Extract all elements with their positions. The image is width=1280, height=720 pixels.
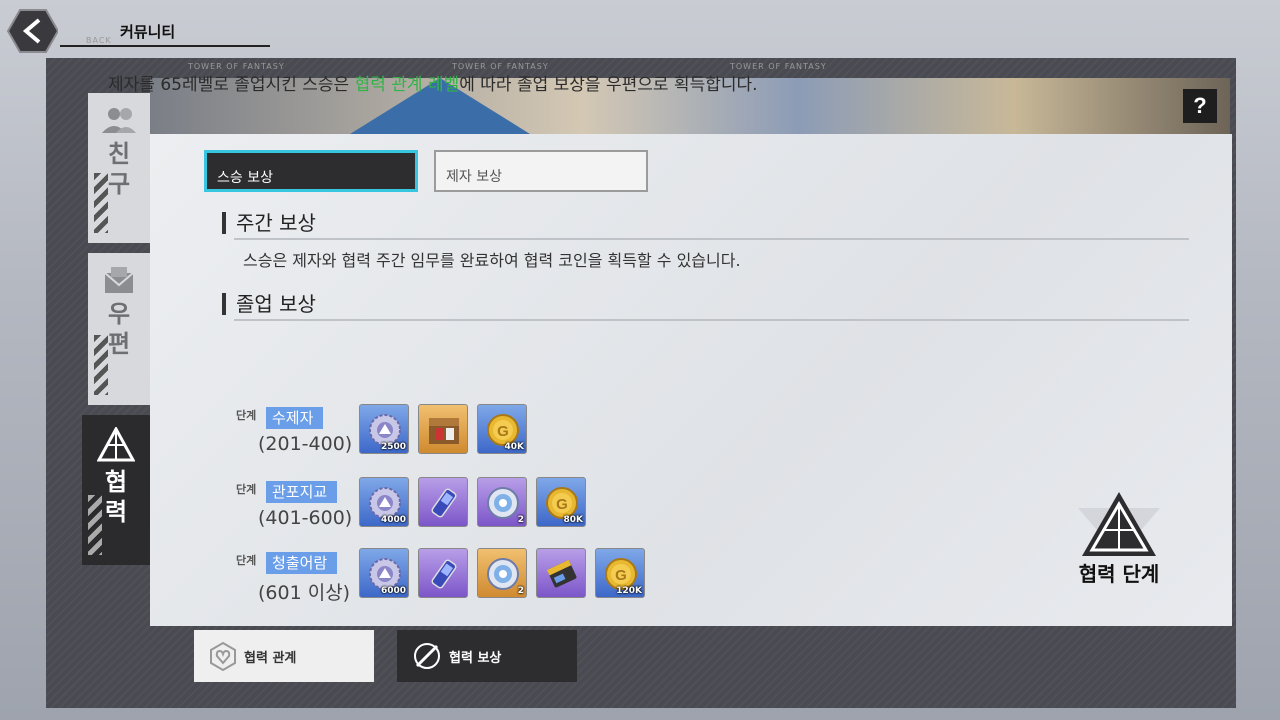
help-button[interactable]: ?	[1183, 89, 1217, 123]
back-decor-text: BACK	[86, 36, 112, 45]
reward-item[interactable]: 4000	[359, 477, 409, 527]
back-button[interactable]	[6, 8, 60, 54]
core-chip-icon	[487, 558, 519, 590]
sidebar-item-mail[interactable]: 우편	[88, 253, 150, 405]
battery-icon	[431, 488, 457, 518]
back-arrow-icon	[6, 9, 60, 53]
sidebar-item-label: 협력	[104, 468, 128, 526]
cooperation-icon	[97, 427, 135, 462]
tier-range: (601 이상)	[258, 582, 351, 604]
tab-disciple-reward[interactable]: 제자 보상	[434, 150, 648, 192]
coop-stage-icon	[1078, 492, 1160, 556]
reward-item[interactable]: 6000	[359, 548, 409, 598]
svg-text:G: G	[497, 423, 509, 440]
tab-mentor-reward[interactable]: 스승 보상	[204, 150, 418, 192]
tier-row-2: 단계 관포지교 (401-600)	[236, 481, 366, 537]
svg-text:G: G	[615, 567, 627, 584]
tier-row-3: 단계 청출어람 (601 이상)	[236, 552, 366, 608]
graduation-heading: 졸업 보상	[222, 293, 316, 315]
tier-name: 청출어람	[266, 552, 338, 574]
tier-name: 수제자	[266, 407, 324, 429]
reward-quantity: 120K	[616, 586, 642, 596]
notice-prefix: 제자를 65레벨로 졸업시킨 스승은	[108, 75, 355, 95]
sidebar-item-label: 친구	[107, 140, 131, 198]
reward-item[interactable]: 2	[477, 548, 527, 598]
battery-icon	[431, 559, 457, 589]
weekly-divider	[234, 238, 1189, 240]
reward-quantity: 40K	[504, 442, 525, 452]
tier-prefix: 단계	[236, 483, 257, 496]
reward-quantity: 80K	[563, 515, 584, 525]
sidebar-item-label: 우편	[107, 300, 131, 358]
reward-quantity: 2	[517, 586, 524, 596]
svg-text:G: G	[556, 496, 568, 513]
reward-item[interactable]	[418, 404, 468, 454]
friends-icon	[102, 108, 136, 133]
reward-quantity: 2	[517, 515, 524, 525]
tab-coop-relation[interactable]: 협력 관계	[194, 630, 374, 682]
tier-name: 관포지교	[266, 481, 338, 503]
bottom-tab-label: 협력 보상	[449, 650, 502, 666]
reward-quantity: 2500	[380, 442, 406, 452]
reward-item[interactable]: 2500	[359, 404, 409, 454]
sidebar-item-cooperation[interactable]: 협력	[82, 415, 150, 565]
coop-stage-label: 협력 단계	[1078, 562, 1160, 586]
reward-item[interactable]: G 80K	[536, 477, 586, 527]
core-chip-icon	[487, 487, 519, 519]
stripe-decor	[88, 495, 102, 555]
card-icon	[546, 559, 577, 588]
reward-item[interactable]: G 120K	[595, 548, 645, 598]
reward-item[interactable]: G 40K	[477, 404, 527, 454]
notice-suffix: 에 따라 졸업 보상을 우편으로 획득합니다.	[459, 75, 758, 95]
weekly-description: 스승은 제자와 협력 주간 임무를 완료하여 협력 코인을 획득할 수 있습니다…	[243, 251, 741, 270]
coop-stage-button[interactable]: 협력 단계	[1064, 490, 1174, 590]
reward-quantity: 6000	[380, 586, 406, 596]
weekly-heading: 주간 보상	[222, 212, 316, 234]
stripe-decor	[94, 173, 108, 233]
notice-highlight: 협력 관계 레벨	[354, 75, 460, 95]
stripe-decor	[94, 335, 108, 395]
tier-range: (201-400)	[258, 433, 353, 455]
tier-range: (401-600)	[258, 507, 353, 529]
bottom-tab-label: 협력 관계	[244, 650, 297, 666]
reward-item[interactable]	[536, 548, 586, 598]
reward-icon	[414, 643, 440, 669]
reward-item[interactable]	[418, 548, 468, 598]
reward-quantity: 4000	[380, 515, 406, 525]
supply-box-icon	[429, 418, 459, 444]
tier-prefix: 단계	[236, 409, 257, 422]
graduation-notice: 제자를 65레벨로 졸업시킨 스승은 협력 관계 레벨에 따라 졸업 보상을 우…	[108, 70, 758, 95]
heart-hexagon-icon	[210, 641, 236, 671]
reward-item[interactable]: 2	[477, 477, 527, 527]
tier-prefix: 단계	[236, 554, 257, 567]
tab-coop-reward[interactable]: 협력 보상	[397, 630, 577, 682]
reward-item[interactable]	[418, 477, 468, 527]
title-underline	[60, 45, 270, 47]
page-title: 커뮤니티	[120, 23, 176, 41]
tier-row-1: 단계 수제자 (201-400)	[236, 407, 366, 463]
sidebar-item-friends[interactable]: 친구	[88, 93, 150, 243]
mail-icon	[104, 267, 134, 293]
graduation-divider	[234, 319, 1189, 321]
top-bar: BACK 커뮤니티	[0, 0, 280, 53]
